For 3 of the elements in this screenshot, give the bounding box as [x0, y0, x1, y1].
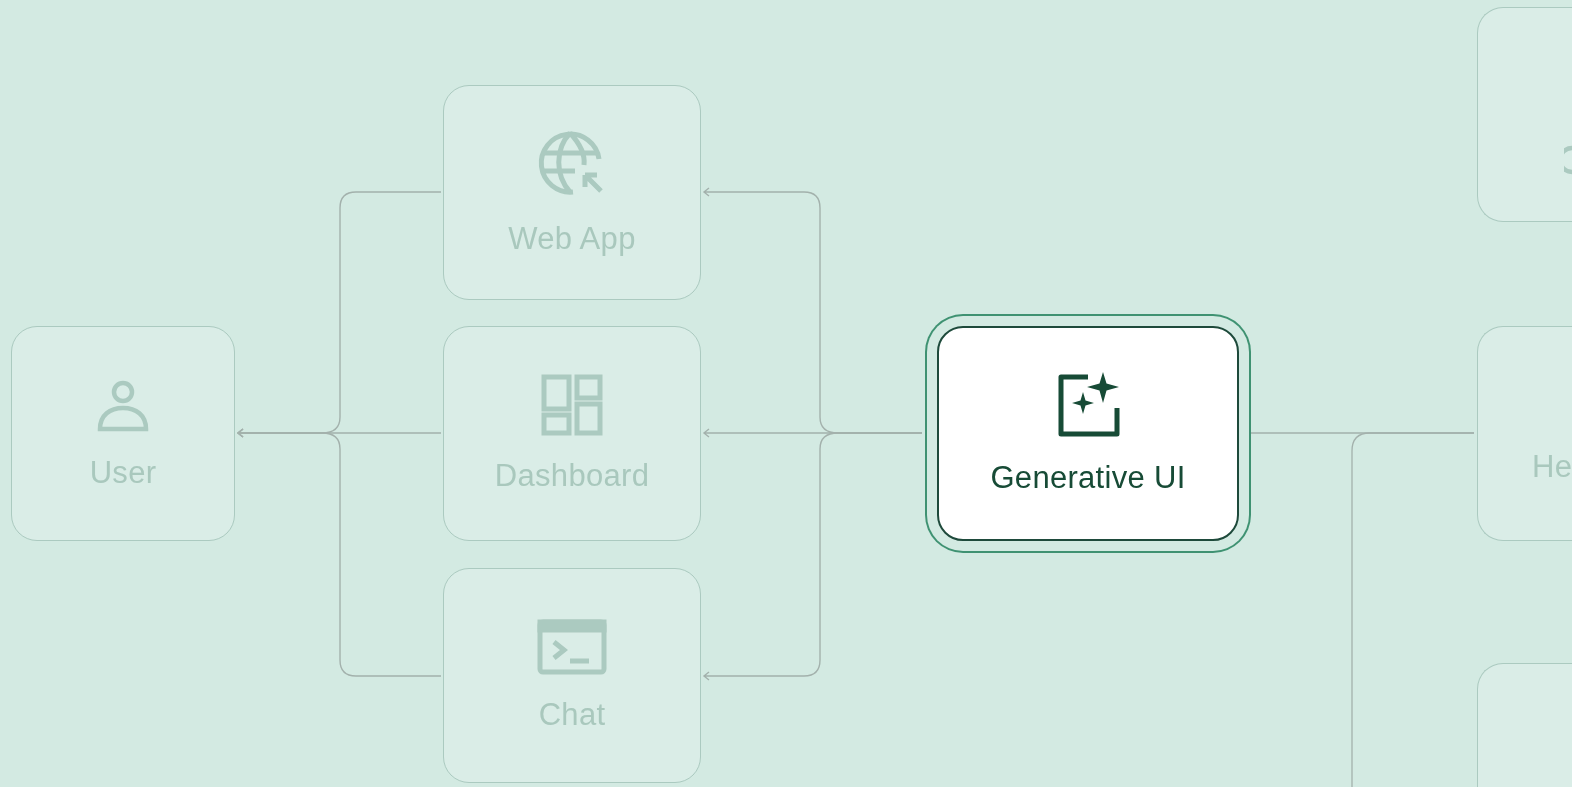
node-label: Generative UI	[990, 459, 1186, 496]
dashboard-icon	[541, 373, 603, 436]
terminal-icon	[537, 618, 607, 675]
